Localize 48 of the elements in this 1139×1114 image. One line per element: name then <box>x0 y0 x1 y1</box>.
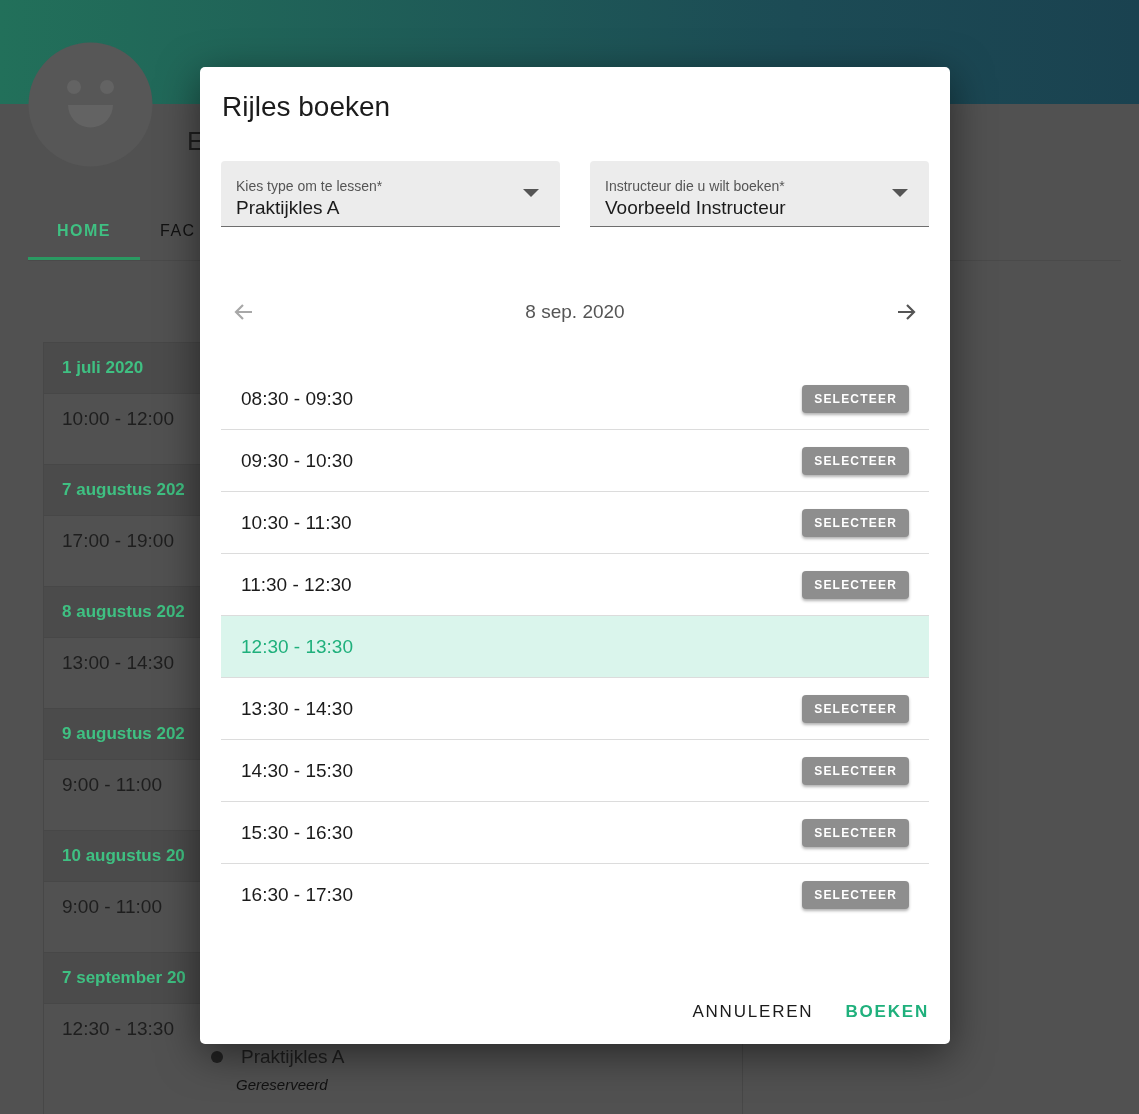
slot-time: 10:30 - 11:30 <box>241 511 352 534</box>
slot-time: 09:30 - 10:30 <box>241 449 353 472</box>
select-button[interactable]: SELECTEER <box>802 694 909 723</box>
select-field[interactable]: Kies type om te lessen* Praktijkles A <box>221 161 560 227</box>
slot-time: 14:30 - 15:30 <box>241 759 353 782</box>
tab[interactable]: HOME <box>28 212 140 260</box>
select-field[interactable]: Instructeur die u wilt boeken* Voorbeeld Instructeur <box>590 161 929 227</box>
caret-icon <box>892 188 908 197</box>
avatar-icon <box>28 42 153 167</box>
slot-time: 12:30 - 13:30 <box>241 635 353 658</box>
tab[interactable]: FAC <box>160 212 196 260</box>
caret-icon <box>523 188 539 197</box>
slot-time: 08:30 - 09:30 <box>241 387 353 410</box>
agenda-date: 1 juli 2020 <box>62 358 144 378</box>
time-slot[interactable]: 15:30 - 16:30 SELECTEER <box>221 802 929 864</box>
time-slot[interactable]: 16:30 - 17:30 SELECTEER <box>221 864 929 925</box>
time-slot[interactable]: 09:30 - 10:30 SELECTEER <box>221 430 929 492</box>
time-slot[interactable]: 10:30 - 11:30 SELECTEER <box>221 492 929 554</box>
field-label: Kies type om te lessen* <box>236 178 384 194</box>
select-button[interactable]: SELECTEER <box>802 818 909 847</box>
timeline-dot <box>211 1051 223 1063</box>
time-slot[interactable]: 12:30 - 13:30 <box>221 616 929 678</box>
agenda-date: 7 september 20 <box>62 968 186 988</box>
agenda-date: 7 augustus 202 <box>62 480 185 500</box>
agenda-date: 9 augustus 202 <box>62 724 185 744</box>
select-button[interactable]: SELECTEER <box>802 570 909 599</box>
lesson-status: Gereserveerd <box>236 1076 329 1093</box>
field-value: Voorbeeld Instructeur <box>605 197 787 219</box>
time-slot[interactable]: 08:30 - 09:30 SELECTEER <box>221 368 929 430</box>
time-slot[interactable]: 13:30 - 14:30 SELECTEER <box>221 678 929 740</box>
select-button[interactable]: SELECTEER <box>802 508 909 537</box>
field-value: Praktijkles A <box>236 197 341 219</box>
time-slot[interactable]: 14:30 - 15:30 SELECTEER <box>221 740 929 802</box>
select-button[interactable]: SELECTEER <box>802 446 909 475</box>
book-button[interactable]: BOEKEN <box>827 994 929 1030</box>
slot-time: 11:30 - 12:30 <box>241 573 352 596</box>
slot-time: 15:30 - 16:30 <box>241 821 353 844</box>
cancel-button[interactable]: ANNULEREN <box>674 994 814 1030</box>
select-button[interactable]: SELECTEER <box>802 880 909 909</box>
agenda-date: 8 augustus 202 <box>62 602 185 622</box>
slot-time: 16:30 - 17:30 <box>241 883 353 906</box>
dialog-title: Rijles boeken <box>222 91 392 123</box>
selected-date: 8 sep. 2020 <box>525 301 625 323</box>
agenda-date: 10 augustus 20 <box>62 846 185 866</box>
select-button[interactable]: SELECTEER <box>802 384 909 413</box>
field-label: Instructeur die u wilt boeken* <box>605 178 786 194</box>
slot-time: 13:30 - 14:30 <box>241 697 353 720</box>
select-button[interactable]: SELECTEER <box>802 756 909 785</box>
